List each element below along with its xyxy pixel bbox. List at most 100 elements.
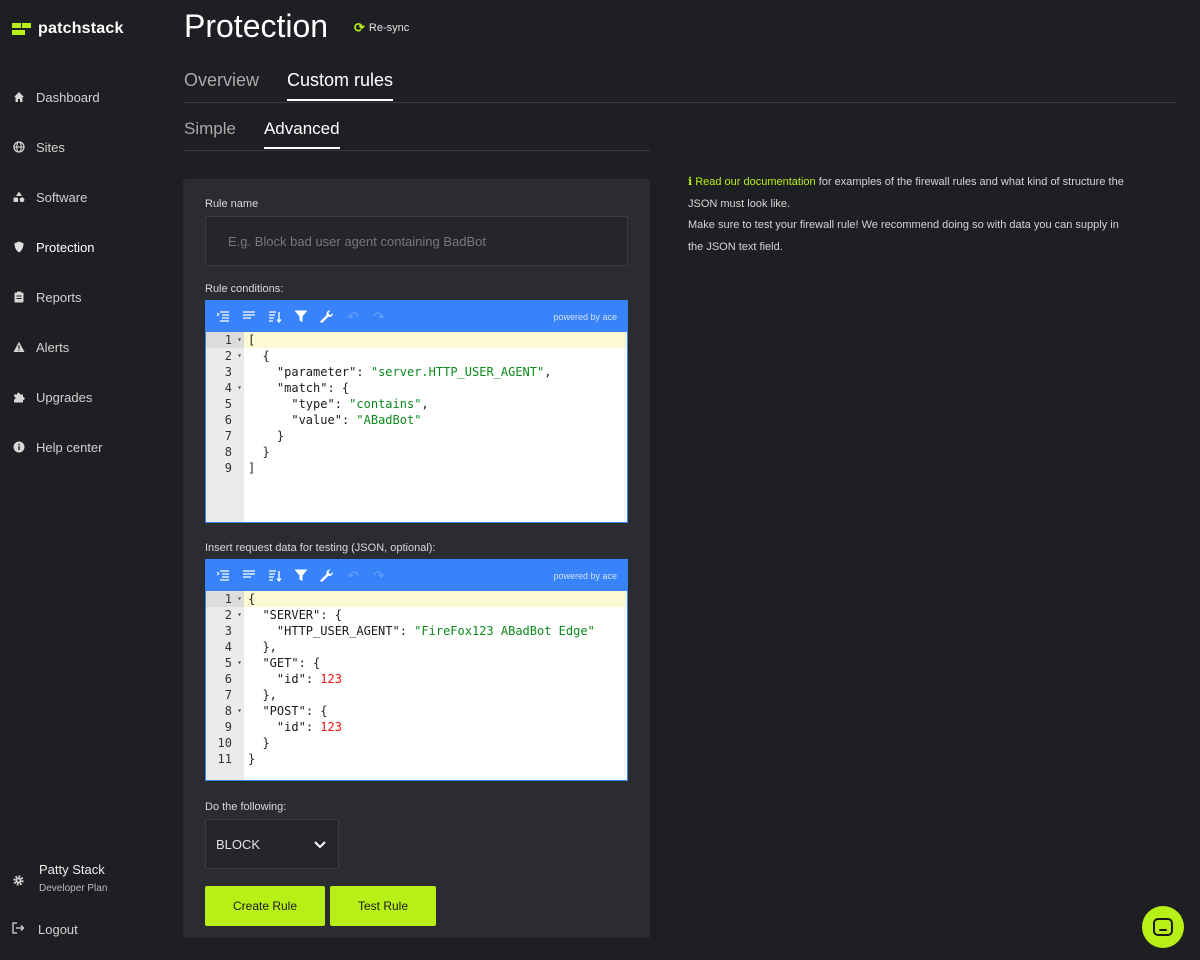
code-token: : xyxy=(356,365,371,379)
brand-name: patchstack xyxy=(38,20,124,37)
filter-icon[interactable] xyxy=(292,308,310,326)
code-line[interactable]: } xyxy=(244,444,627,460)
tab-simple[interactable]: Simple xyxy=(184,119,236,149)
create-rule-button[interactable]: Create Rule xyxy=(205,886,325,926)
editor-toolbar: ↶ ↷ powered by ace xyxy=(206,560,627,591)
sidebar-item-software[interactable]: Software xyxy=(0,172,160,222)
line-number: 5 xyxy=(224,397,232,411)
compact-icon[interactable] xyxy=(240,308,258,326)
code-line[interactable]: "HTTP_USER_AGENT": "FireFox123 ABadBot E… xyxy=(244,623,627,639)
tab-overview[interactable]: Overview xyxy=(184,70,259,101)
editor-body[interactable]: 1234567891011 { "SERVER": { "HTTP_USER_A… xyxy=(206,591,627,780)
sidebar-item-upgrades[interactable]: Upgrades xyxy=(0,372,160,422)
code-line[interactable]: { xyxy=(244,348,627,364)
refresh-icon: ⟳ xyxy=(354,20,365,35)
user-profile[interactable]: Patty Stack Developer Plan xyxy=(12,862,107,894)
code-line[interactable]: "parameter": "server.HTTP_USER_AGENT", xyxy=(244,364,627,380)
sidebar-item-help-center[interactable]: Help center xyxy=(0,422,160,472)
code-token: [ xyxy=(248,333,256,347)
code-token: "contains" xyxy=(349,397,422,411)
sidebar-item-label: Reports xyxy=(36,289,82,305)
line-number: 11 xyxy=(217,752,232,766)
format-icon[interactable] xyxy=(214,567,232,585)
testing-editor[interactable]: ↶ ↷ powered by ace 123 456 789 10 11 { "SERV… xyxy=(205,559,628,781)
line-number: 6 xyxy=(224,413,232,427)
code-line[interactable]: "match": { xyxy=(244,380,627,396)
code-area[interactable]: [ { "parameter": "server.HTTP_USER_AGENT… xyxy=(244,332,627,522)
rule-conditions-label: Rule conditions: xyxy=(205,283,284,295)
redo-icon[interactable]: ↷ xyxy=(370,308,388,326)
sidebar-nav: Dashboard Sites Software Protection Repo… xyxy=(0,72,160,472)
sort-icon[interactable] xyxy=(266,308,284,326)
sidebar-item-alerts[interactable]: Alerts xyxy=(0,322,160,372)
line-number: 9 xyxy=(224,461,232,475)
code-token: "server.HTTP_USER_AGENT" xyxy=(370,365,545,379)
code-area[interactable]: { "SERVER": { "HTTP_USER_AGENT": "FireFo… xyxy=(244,591,627,780)
documentation-link[interactable]: Read our documentation xyxy=(695,176,815,188)
code-line[interactable]: "type": "contains", xyxy=(244,396,627,412)
editor-body[interactable]: 12345 6 7 8 9 [ { "parameter": "server.HTTP_… xyxy=(206,332,627,522)
undo-icon[interactable]: ↶ xyxy=(344,308,362,326)
line-number: 7 xyxy=(224,429,232,443)
sidebar-item-sites[interactable]: Sites xyxy=(0,122,160,172)
sort-icon[interactable] xyxy=(266,567,284,585)
info-icon: ℹ︎ xyxy=(688,176,693,188)
code-line[interactable]: }, xyxy=(244,639,627,655)
test-rule-button[interactable]: Test Rule xyxy=(330,886,436,926)
page-title: Protection xyxy=(184,8,329,44)
code-line[interactable]: }, xyxy=(244,687,627,703)
code-line[interactable]: "id": 123 xyxy=(244,671,627,687)
sidebar-item-protection[interactable]: Protection xyxy=(0,222,160,272)
logout-button[interactable]: Logout xyxy=(12,922,78,937)
code-token: 123 xyxy=(320,720,342,734)
chat-launcher-button[interactable] xyxy=(1142,906,1184,948)
redo-icon[interactable]: ↷ xyxy=(370,567,388,585)
code-line[interactable]: ] xyxy=(244,460,627,476)
code-token: } xyxy=(248,429,285,443)
logout-icon xyxy=(12,922,26,937)
code-line[interactable]: "id": 123 xyxy=(244,719,627,735)
code-line[interactable]: } xyxy=(244,751,627,767)
action-select[interactable]: BLOCK xyxy=(205,819,339,869)
code-line[interactable]: } xyxy=(244,735,627,751)
line-number: 5 xyxy=(206,655,244,671)
code-line[interactable]: "value": "ABadBot" xyxy=(244,412,627,428)
line-number: 7 xyxy=(224,688,232,702)
testing-data-label: Insert request data for testing (JSON, o… xyxy=(205,542,436,554)
line-number: 4 xyxy=(224,640,232,654)
code-line[interactable]: "POST": { xyxy=(244,703,627,719)
resync-label: Re-sync xyxy=(368,22,410,34)
code-token: { xyxy=(248,592,256,606)
wrench-icon[interactable] xyxy=(318,567,336,585)
tab-custom-rules[interactable]: Custom rules xyxy=(287,70,394,101)
code-token: : xyxy=(305,672,321,686)
rule-name-input[interactable] xyxy=(205,216,628,266)
logout-label: Logout xyxy=(38,922,78,937)
rule-name-label: Rule name xyxy=(205,198,259,210)
wrench-icon[interactable] xyxy=(318,308,336,326)
filter-icon[interactable] xyxy=(292,567,310,585)
code-line[interactable]: { xyxy=(244,591,627,607)
code-token: : xyxy=(341,413,357,427)
sidebar-item-reports[interactable]: Reports xyxy=(0,272,160,322)
format-icon[interactable] xyxy=(214,308,232,326)
code-line[interactable]: "SERVER": { xyxy=(244,607,627,623)
code-line[interactable]: } xyxy=(244,428,627,444)
undo-icon[interactable]: ↶ xyxy=(344,567,362,585)
gear-icon[interactable] xyxy=(12,874,26,890)
line-number: 3 xyxy=(224,365,232,379)
tabs-divider xyxy=(184,102,1176,103)
code-line[interactable]: "GET": { xyxy=(244,655,627,671)
sidebar: patchstack Dashboard Sites Software Prot… xyxy=(0,0,160,960)
line-number: 2 xyxy=(206,348,244,364)
code-line[interactable]: [ xyxy=(244,332,627,348)
sidebar-item-dashboard[interactable]: Dashboard xyxy=(0,72,160,122)
conditions-editor[interactable]: ↶ ↷ powered by ace 12345 6 7 8 9 [ { "parame… xyxy=(205,300,628,523)
resync-button[interactable]: ⟳ Re-sync xyxy=(354,20,409,36)
brand-logo[interactable]: patchstack xyxy=(12,20,124,38)
tab-advanced[interactable]: Advanced xyxy=(263,119,340,149)
compact-icon[interactable] xyxy=(240,567,258,585)
